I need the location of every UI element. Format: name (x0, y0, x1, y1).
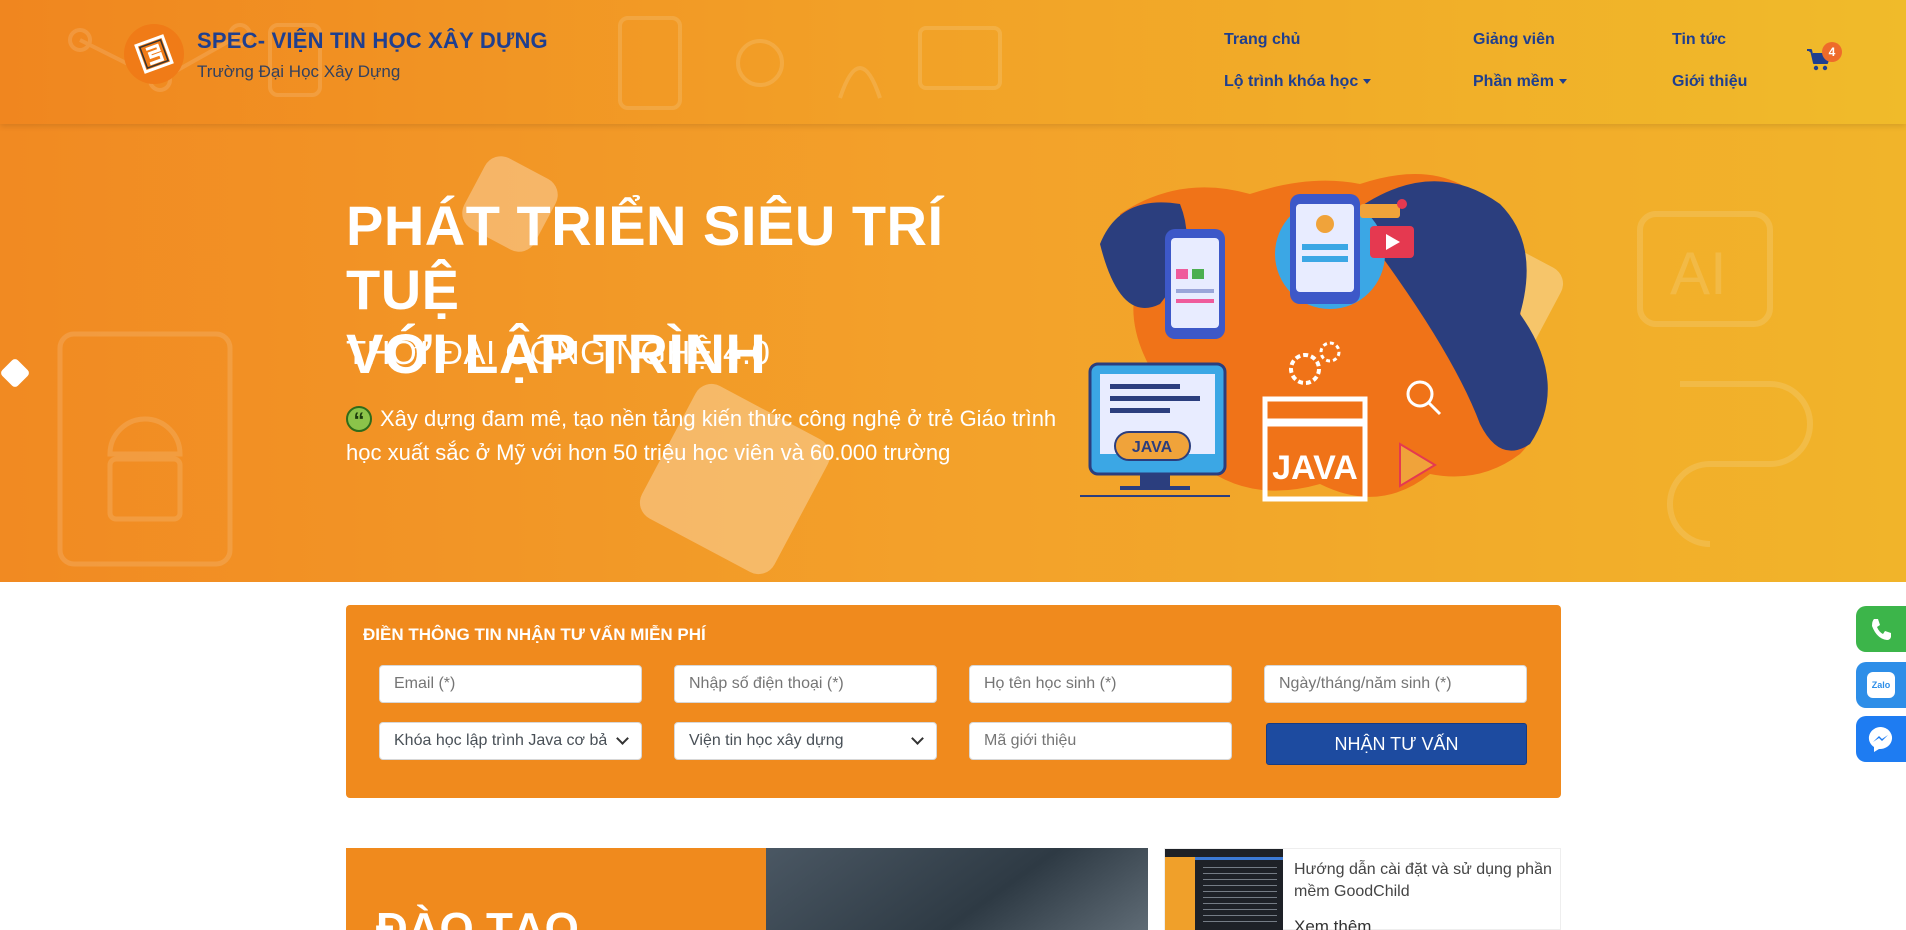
hero-description: Xây dựng đam mê, tạo nền tảng kiến thức … (346, 406, 1057, 465)
caret-down-icon (1558, 79, 1567, 85)
training-banner-title: ĐÀO TẠO (376, 904, 579, 930)
nav-news[interactable]: Tin tức (1672, 31, 1726, 49)
thumbnail-toolbar (1195, 857, 1283, 860)
android-pattern (57, 331, 233, 567)
messenger-icon (1868, 726, 1893, 752)
nav-software-label: Phần mềm (1473, 73, 1554, 90)
institute-select-value: Viện tin học xây dựng (689, 732, 844, 749)
hero-subtitle: THỜI ĐẠI CÔNG NGHỆ 4.0 (346, 334, 771, 371)
consultation-form: ĐIỀN THÔNG TIN NHẬN TƯ VẤN MIỄN PHÍ Khóa… (346, 605, 1561, 798)
referral-code-input[interactable] (969, 722, 1232, 760)
news-thumbnail (1165, 849, 1283, 930)
institute-select[interactable]: Viện tin học xây dựng (674, 722, 937, 760)
email-input[interactable] (379, 665, 642, 703)
cart-count-badge: 4 (1822, 42, 1842, 62)
caret-down-icon (1363, 79, 1372, 85)
student-name-input[interactable] (969, 665, 1232, 703)
java-logo-label: JAVA (1272, 449, 1358, 487)
chevron-down-icon (616, 732, 629, 745)
news-title[interactable]: Hướng dẫn cài đặt và sử dụng phần mềm Go… (1294, 859, 1554, 903)
birthdate-input[interactable] (1264, 665, 1527, 703)
news-card[interactable]: Hướng dẫn cài đặt và sử dụng phần mềm Go… (1164, 848, 1561, 930)
zalo-icon: Zalo (1867, 672, 1895, 698)
thumbnail-code-lines (1203, 867, 1277, 923)
nav-software[interactable]: Phần mềm (1473, 73, 1567, 91)
course-select[interactable]: Khóa học lập trình Java cơ bả (379, 722, 642, 760)
phone-input[interactable] (674, 665, 937, 703)
svg-text:AI: AI (1670, 240, 1727, 307)
laptop-image (726, 848, 1148, 930)
nav-lecturers[interactable]: Giảng viên (1473, 31, 1555, 49)
chevron-down-icon (911, 732, 924, 745)
brand-title[interactable]: SPEC- VIỆN TIN HỌC XÂY DỰNG (197, 28, 548, 54)
page: SPEC- VIỆN TIN HỌC XÂY DỰNG Trường Đại H… (0, 0, 1906, 930)
submit-consultation-button[interactable]: NHẬN TƯ VẤN (1266, 723, 1527, 765)
messenger-contact-button[interactable] (1856, 716, 1906, 762)
quote-icon: “ (346, 406, 372, 433)
java-badge-label: JAVA (1132, 439, 1173, 456)
form-title: ĐIỀN THÔNG TIN NHẬN TƯ VẤN MIỄN PHÍ (363, 625, 706, 644)
hero-banner: AI PHÁT TRIỂN SIÊU TRÍ TUỆ VỚI LẬP TRÌNH… (0, 124, 1906, 582)
phone-contact-button[interactable] (1856, 606, 1906, 652)
thumbnail-panel (1165, 857, 1195, 930)
carousel-prev-handle[interactable] (0, 357, 31, 389)
hero-illustration: JAVA JAVA (1080, 174, 1548, 502)
python-pattern: AI (1637, 211, 1813, 547)
site-header: SPEC- VIỆN TIN HỌC XÂY DỰNG Trường Đại H… (0, 0, 1906, 124)
brand-subtitle: Trường Đại Học Xây Dựng (197, 62, 401, 81)
course-select-value: Khóa học lập trình Java cơ bả (394, 732, 608, 749)
read-more-link[interactable]: Xem thêm (1294, 917, 1371, 930)
logo-icon (134, 34, 174, 74)
header-background-pattern-2 (618, 16, 1002, 110)
phone-icon (1872, 619, 1891, 640)
site-logo[interactable] (124, 24, 184, 84)
nav-home[interactable]: Trang chủ (1224, 31, 1300, 49)
training-banner-card[interactable]: ĐÀO TẠO (346, 848, 1148, 930)
nav-course-path-label: Lộ trình khóa học (1224, 73, 1359, 90)
nav-course-path[interactable]: Lộ trình khóa học (1224, 73, 1372, 91)
zalo-contact-button[interactable]: Zalo (1856, 662, 1906, 708)
hero-title-line-1: PHÁT TRIỂN SIÊU TRÍ TUỆ (346, 194, 944, 321)
nav-about[interactable]: Giới thiệu (1672, 73, 1747, 91)
